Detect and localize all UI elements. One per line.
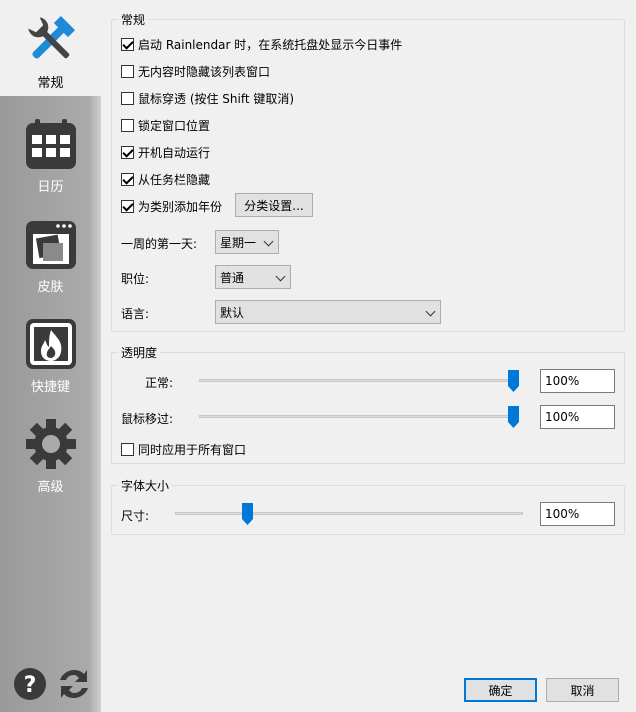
font-size-label: 尺寸: (121, 509, 150, 523)
checkbox-box[interactable] (121, 199, 134, 213)
sidebar-item-general[interactable]: 常规 (0, 0, 101, 96)
select-value: 星期一 (220, 235, 257, 250)
checkbox-box[interactable] (121, 145, 134, 159)
position-label: 职位: (121, 272, 150, 286)
checkbox-label: 锁定窗口位置 (138, 118, 211, 133)
font-size-value[interactable]: 100% (540, 502, 615, 526)
sidebar-item-advanced[interactable]: 高级 (0, 404, 101, 500)
normal-opacity-label: 正常: (145, 376, 174, 390)
group-title: 透明度 (118, 344, 161, 361)
checkbox-label: 启动 Rainlendar 时，在系统托盘处显示今日事件 (138, 37, 403, 52)
hover-opacity-label: 鼠标移过: (121, 412, 174, 426)
tools-icon (27, 15, 75, 59)
chevron-down-icon (263, 236, 274, 247)
sidebar-item-label: 皮肤 (37, 280, 64, 295)
checkbox-label: 同时应用于所有窗口 (138, 442, 247, 457)
click-through-checkbox[interactable]: 鼠标穿透 (按住 Shift 键取消) (121, 89, 294, 107)
language-label: 语言: (121, 307, 150, 321)
sidebar: 常规 日历 皮肤 快捷键 高级 ? (0, 0, 101, 712)
slider-thumb[interactable] (508, 406, 519, 428)
cancel-button[interactable]: 取消 (546, 678, 619, 702)
checkbox-box[interactable] (121, 118, 134, 132)
group-title: 常规 (118, 11, 149, 28)
gear-icon (25, 419, 76, 469)
chevron-down-icon (425, 306, 436, 317)
ok-button[interactable]: 确定 (464, 678, 537, 702)
hover-opacity-slider[interactable] (199, 415, 519, 418)
checkbox-label: 开机自动运行 (138, 145, 211, 160)
checkbox-label: 从任务栏隐藏 (138, 172, 211, 187)
hide-from-taskbar-checkbox[interactable]: 从任务栏隐藏 (121, 170, 210, 188)
sidebar-item-calendar[interactable]: 日历 (0, 104, 101, 200)
checkbox-label: 为类别添加年份 (138, 199, 223, 214)
normal-opacity-slider[interactable] (199, 379, 519, 382)
hotkey-flame-icon (25, 319, 76, 369)
refresh-icon[interactable] (56, 666, 92, 702)
sidebar-item-label: 高级 (37, 480, 64, 495)
select-value: 普通 (220, 270, 245, 285)
apply-all-windows-checkbox[interactable]: 同时应用于所有窗口 (121, 440, 246, 458)
first-day-select[interactable]: 星期一 (215, 230, 279, 254)
checkbox-box[interactable] (121, 91, 134, 105)
calendar-icon (25, 119, 76, 169)
font-size-slider[interactable] (175, 512, 523, 515)
sidebar-item-label: 快捷键 (30, 380, 70, 395)
normal-opacity-value[interactable]: 100% (540, 369, 615, 393)
run-on-startup-checkbox[interactable]: 开机自动运行 (121, 143, 210, 161)
position-select[interactable]: 普通 (215, 265, 291, 289)
category-settings-button[interactable]: 分类设置... (235, 193, 313, 217)
checkbox-box[interactable] (121, 37, 134, 51)
sidebar-item-label: 日历 (37, 180, 64, 195)
checkbox-label: 无内容时隐藏该列表窗口 (138, 64, 271, 79)
slider-thumb[interactable] (508, 370, 519, 392)
chevron-down-icon (275, 271, 286, 282)
show-today-events-checkbox[interactable]: 启动 Rainlendar 时，在系统托盘处显示今日事件 (121, 35, 402, 53)
hide-empty-list-checkbox[interactable]: 无内容时隐藏该列表窗口 (121, 62, 270, 80)
checkbox-box[interactable] (121, 64, 134, 78)
sidebar-item-hotkeys[interactable]: 快捷键 (0, 304, 101, 400)
checkbox-label: 鼠标穿透 (按住 Shift 键取消) (138, 91, 295, 106)
category-year-checkbox[interactable]: 为类别添加年份 (121, 197, 222, 215)
help-icon[interactable]: ? (12, 666, 48, 702)
hover-opacity-value[interactable]: 100% (540, 405, 615, 429)
sidebar-item-label: 常规 (37, 76, 64, 91)
svg-text:?: ? (24, 673, 37, 698)
skin-icon (25, 221, 76, 269)
sidebar-item-skin[interactable]: 皮肤 (0, 204, 101, 300)
first-day-label: 一周的第一天: (121, 237, 198, 251)
select-value: 默认 (220, 305, 245, 320)
lock-position-checkbox[interactable]: 锁定窗口位置 (121, 116, 210, 134)
checkbox-box[interactable] (121, 442, 134, 456)
language-select[interactable]: 默认 (215, 300, 441, 324)
checkbox-box[interactable] (121, 172, 134, 186)
opacity-group: 透明度 正常: 100% 鼠标移过: 100% 同时应用于所有窗口 (111, 344, 625, 464)
slider-thumb[interactable] (242, 503, 254, 525)
group-title: 字体大小 (118, 477, 173, 494)
font-size-group: 字体大小 尺寸: 100% (111, 477, 625, 535)
general-group: 常规 启动 Rainlendar 时，在系统托盘处显示今日事件 无内容时隐藏该列… (111, 11, 625, 332)
